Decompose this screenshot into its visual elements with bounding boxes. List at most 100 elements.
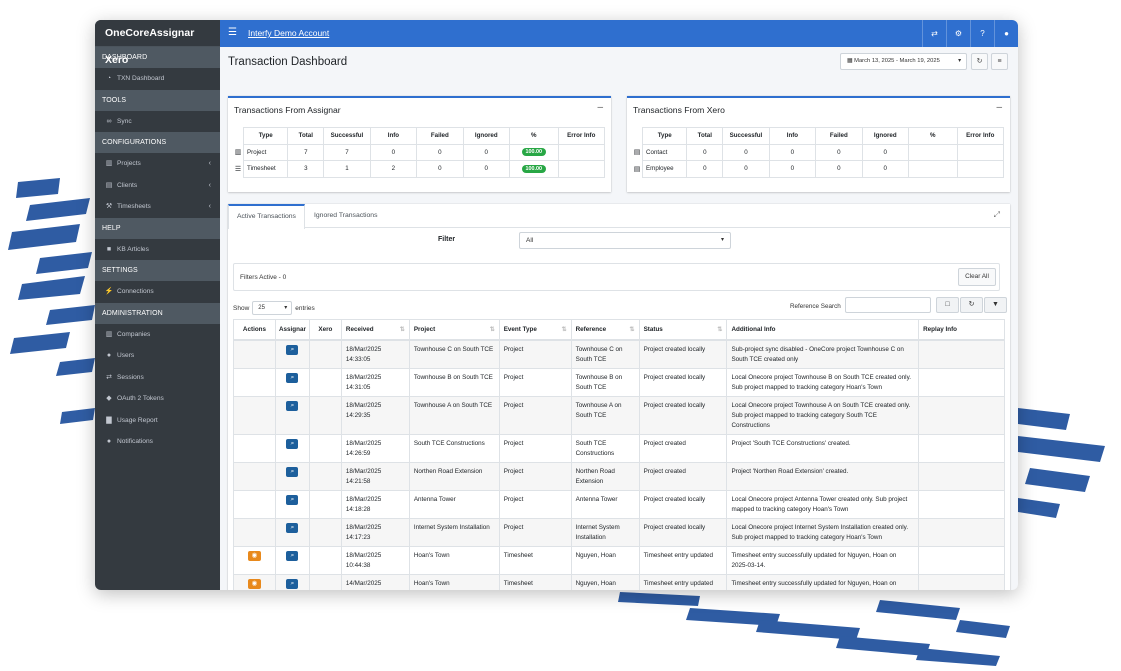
column-header-received[interactable]: Received ⇅ — [340, 319, 410, 341]
sort-icon: ⇅ — [561, 327, 567, 333]
summary-cell-failed: 0 — [815, 143, 863, 161]
sidebar-item-label: Usage Report — [117, 416, 158, 424]
sort-icon: ⇅ — [629, 327, 635, 333]
sidebar-item-oauth-2-tokens[interactable]: ◆ OAuth 2 Tokens — [95, 388, 220, 410]
filter-select[interactable]: All ▾ — [519, 232, 731, 249]
transactions-tabs-card: Active Transactions Ignored Transactions… — [228, 204, 1010, 590]
status-cell: Timesheet entry updated — [638, 545, 728, 575]
reference-cell: Nguyen, Hoan — [570, 545, 640, 575]
assignar-cell: ⌕ — [274, 433, 310, 463]
cogs-icon[interactable]: ⚙ — [946, 20, 970, 47]
entries-label: entries — [295, 304, 315, 312]
sidebar-item-projects[interactable]: ▥ Projects ‹ — [95, 153, 220, 175]
sidebar-item-kb-articles[interactable]: ■ KB Articles — [95, 239, 220, 261]
search-icon[interactable]: ⌕ — [286, 438, 299, 449]
actions-cell: ◉ — [233, 573, 276, 590]
xero-cell — [308, 433, 342, 463]
help-icon[interactable]: ? — [970, 20, 994, 47]
transactions-table: Actions Assignar Xero Received ⇅ Project ⇅ Even… — [233, 319, 1005, 590]
view-eye-icon[interactable]: ◉ — [247, 578, 261, 589]
chart-icon: ▇ — [106, 416, 112, 424]
sidebar-item-clients[interactable]: ▤ Clients ‹ — [95, 175, 220, 197]
sidebar-item-txn-dashboard[interactable]: ◔ TXN Dashboard — [95, 68, 220, 90]
received-date: 18/Mar/2025 — [345, 401, 382, 409]
sidebar-item-users[interactable]: ● Users — [95, 345, 220, 367]
tab-ignored-transactions[interactable]: Ignored Transactions — [306, 204, 385, 228]
sidebar-item-companies[interactable]: ▥ Companies — [95, 324, 220, 346]
clear-all-button[interactable]: Clear All — [958, 268, 996, 286]
replay-info-cell — [918, 573, 1005, 590]
event-type-cell: Timesheet — [498, 545, 572, 575]
search-icon[interactable]: ⌕ — [286, 550, 299, 561]
sidebar-item-sync[interactable]: ∞ Sync — [95, 111, 220, 133]
sidebar-item-connections[interactable]: ⚡ Connections — [95, 281, 220, 303]
column-header-label: Replay Info — [923, 325, 958, 333]
chevron-left-icon: ‹ — [208, 203, 211, 210]
column-header: Ignored — [861, 127, 909, 145]
account-link[interactable]: Interfy Demo Account — [248, 28, 329, 38]
reference-search-input[interactable] — [845, 297, 931, 313]
search-icon[interactable]: ⌕ — [286, 400, 299, 411]
dashboard-icon: ◔ — [106, 75, 112, 82]
column-header-reference[interactable]: Reference ⇅ — [570, 319, 640, 341]
column-header-event-type[interactable]: Event Type ⇅ — [498, 319, 572, 341]
search-icon[interactable]: ⌕ — [286, 522, 299, 533]
users-icon: ● — [106, 352, 112, 359]
sidebar-item-timesheets[interactable]: ⚒ Timesheets ‹ — [95, 196, 220, 218]
additional-info-cell: Local Onecore project Townhouse B on Sou… — [726, 367, 920, 397]
actions-cell — [233, 489, 276, 519]
received-cell: 18/Mar/2025 14:21:58 — [340, 461, 410, 491]
user-icon[interactable]: ● — [994, 20, 1018, 47]
sort-icon: ⇅ — [717, 327, 723, 333]
column-header-label: Status — [643, 325, 663, 333]
additional-info-cell: Sub-project sync disabled - OneCore proj… — [726, 339, 920, 369]
summary-cell-type: Contact — [642, 143, 688, 161]
refresh-button[interactable]: ↻ — [971, 53, 988, 70]
tab-active-transactions[interactable]: Active Transactions — [228, 204, 305, 229]
project-cell: Northen Road Extension — [408, 461, 500, 491]
view-eye-icon[interactable]: ◉ — [247, 550, 261, 561]
brand-logo[interactable]: OneCoreAssignar Xero — [95, 20, 220, 66]
column-header-label: Project — [413, 325, 436, 333]
summary-cell-successful: 0 — [722, 143, 770, 161]
minimize-icon[interactable]: – — [996, 102, 1002, 113]
search-icon[interactable]: ⌕ — [286, 344, 299, 355]
expand-icon[interactable]: ⤢ — [994, 210, 1000, 220]
received-cell: 18/Mar/2025 10:44:38 — [340, 545, 410, 575]
sidebar-item-label: Clients — [117, 181, 138, 189]
reload-button[interactable]: ↻ — [960, 297, 983, 313]
table-header-row: Actions Assignar Xero Received ⇅ Project ⇅ Even… — [233, 319, 1005, 341]
entries-value: 25 — [258, 305, 265, 311]
event-type-cell: Project — [498, 367, 572, 397]
search-icon[interactable]: ⌕ — [286, 466, 299, 477]
table-row: ◉⌕14/Mar/202517:02:29Hoan's TownTimeshee… — [233, 573, 1005, 591]
sidebar-item-usage-report[interactable]: ▇ Usage Report — [95, 410, 220, 432]
received-time: 17:02:29 — [346, 589, 405, 591]
filter-label: Filter — [438, 236, 456, 243]
nav-header: HELP — [95, 217, 220, 239]
sidebar-item-label: Notifications — [117, 438, 153, 445]
settings-sliders-button[interactable]: ≡ — [991, 53, 1008, 70]
xero-cell — [308, 517, 342, 547]
search-icon[interactable]: ⌕ — [286, 494, 299, 505]
date-range-picker[interactable]: ▦ March 13, 2025 - March 19, 2025 ▾ — [840, 53, 967, 70]
link-icon: ∞ — [106, 117, 112, 125]
sidebar-item-notifications[interactable]: ● Notifications — [95, 431, 220, 453]
building-icon: ▥ — [105, 160, 113, 167]
filter-button[interactable]: ▼ — [984, 297, 1007, 313]
search-icon[interactable]: ⌕ — [286, 372, 299, 383]
search-icon[interactable]: ⌕ — [286, 578, 299, 589]
minimize-icon[interactable]: – — [597, 102, 603, 113]
table-row: ⌕ 18/Mar/2025 14:29:35 Townhouse A on South… — [233, 395, 1005, 435]
hamburger-menu-icon[interactable]: ☰ — [228, 27, 237, 38]
status-cell: Timesheet entry updated — [638, 573, 728, 590]
exchange-icon[interactable]: ⇄ — [922, 20, 946, 47]
entries-select[interactable]: 25 ▾ — [252, 301, 293, 315]
sidebar-item-sessions[interactable]: ⇄ Sessions — [95, 367, 220, 389]
column-header-status[interactable]: Status ⇅ — [638, 319, 728, 341]
summary-cell-pct — [907, 160, 958, 178]
export-button[interactable]: □ — [936, 297, 959, 313]
xero-summary-table: Type Total Successful Info Failed Ignored% Err… — [632, 127, 1005, 178]
comment-icon: ● — [106, 438, 112, 445]
column-header-project[interactable]: Project ⇅ — [408, 319, 500, 341]
